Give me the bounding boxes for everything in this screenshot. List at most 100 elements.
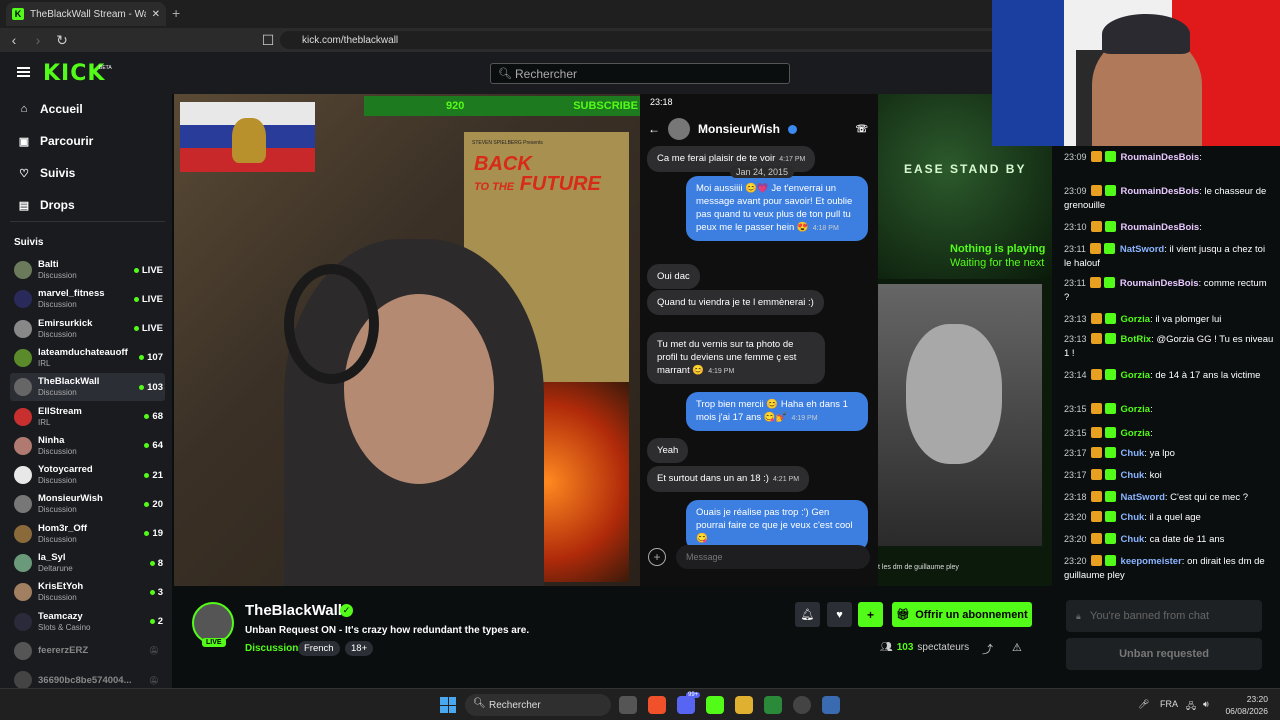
sidebar-channel[interactable]: MonsieurWish Discussion 20: [10, 490, 165, 518]
network-icon[interactable]: 🖧: [1186, 699, 1196, 715]
channel-name: KrisEtYoh: [38, 581, 84, 593]
share-icon[interactable]: ⤴: [982, 641, 993, 657]
badge-icon: [1090, 447, 1102, 458]
sidebar-channel[interactable]: lateamduchateauoff IRL 107: [10, 344, 165, 372]
chat-username[interactable]: NatSword: [1120, 244, 1164, 255]
poster-title: BACK TO THE FUTURE: [474, 154, 601, 197]
taskbar-search[interactable]: 🔍︎ Rechercher: [465, 694, 611, 716]
sidebar-channel[interactable]: KrisEtYoh Discussion 3: [10, 578, 165, 606]
channel-name: la_Syl: [38, 552, 66, 563]
microphone-icon[interactable]: 🎤︎: [1138, 699, 1149, 710]
chat-username[interactable]: NatSword: [1121, 492, 1165, 503]
app-icon[interactable]: [793, 696, 811, 714]
chat-username[interactable]: Chuk: [1121, 534, 1145, 545]
browser-tab[interactable]: K TheBlackWall Stream - Watch ✕: [6, 2, 166, 26]
chat-username[interactable]: RoumainDesBois: [1121, 152, 1200, 163]
unban-requested-button[interactable]: Unban requested: [1066, 638, 1262, 670]
sidebar-item-drops[interactable]: ▤ Drops: [18, 198, 75, 212]
app-icon[interactable]: [764, 696, 782, 714]
channel-category: Deltarune: [38, 564, 73, 573]
chat-username[interactable]: Chuk: [1121, 512, 1145, 523]
chat-username[interactable]: BotRix: [1121, 334, 1152, 345]
heart-button[interactable]: ♥: [827, 602, 852, 627]
tag-18plus[interactable]: 18+: [345, 641, 374, 656]
sidebar-item-parcourir[interactable]: ▣ Parcourir: [18, 134, 94, 148]
chat-username[interactable]: keepomeister: [1121, 556, 1182, 567]
chat-username[interactable]: Chuk: [1121, 470, 1145, 481]
badge-icon: [1090, 221, 1102, 232]
new-tab-button[interactable]: +: [172, 5, 180, 21]
chat-username[interactable]: RoumainDesBois: [1121, 186, 1200, 197]
streamer-avatar[interactable]: LIVE: [192, 602, 234, 647]
sidebar-channel[interactable]: marvel_fitness Discussion LIVE: [10, 285, 165, 313]
kick-logo[interactable]: KICK: [43, 61, 105, 86]
stream-title: Unban Request ON - It's crazy how redund…: [245, 625, 530, 636]
message-bubble: Quand tu viendra je te l emmènerai :): [647, 290, 824, 315]
sidebar-item-accueil[interactable]: ⌂ Accueil: [18, 102, 83, 116]
chat-username[interactable]: Gorzia: [1121, 370, 1151, 381]
channel-text: Teamcazy Slots & Casino: [38, 611, 150, 633]
bookmark-icon[interactable]: ☐: [258, 32, 278, 49]
sidebar-channel[interactable]: Yotoycarred Discussion 21: [10, 461, 165, 489]
beta-badge: BETA: [99, 65, 112, 71]
streamer-name[interactable]: TheBlackWall: [245, 602, 342, 619]
chat-username[interactable]: Gorzia: [1121, 314, 1151, 325]
bell-icon[interactable]: 🔔︎: [795, 602, 820, 627]
live-indicator: LIVE: [133, 323, 165, 334]
back-icon[interactable]: ‹: [4, 32, 24, 48]
chat-message: 23:20 Chuk: ca date de 11 ans: [1064, 532, 1274, 547]
language-indicator[interactable]: FRA: [1160, 699, 1178, 709]
channel-category: Slots & Casino: [38, 622, 91, 632]
sidebar-channel[interactable]: Hom3r_Off Discussion 19: [10, 520, 165, 548]
viewer-count: 3: [157, 586, 163, 598]
message-bubble: Oui dac: [647, 264, 700, 289]
close-tab-icon[interactable]: ✕: [152, 9, 160, 20]
settings-icon[interactable]: [822, 696, 840, 714]
sidebar-channel[interactable]: TheBlackWall Discussion 103: [10, 373, 165, 402]
video-player[interactable]: STEVEN SPIELBERG Presents BACK TO THE FUT…: [174, 94, 1052, 586]
tag-french[interactable]: French: [298, 641, 340, 656]
volume-icon[interactable]: 🔊︎: [1203, 699, 1209, 710]
chat-input[interactable]: 🔒︎ You're banned from chat: [1066, 600, 1262, 632]
report-icon[interactable]: ⚠: [1012, 641, 1022, 654]
viewers-label: spectateurs: [917, 642, 970, 653]
app-icon[interactable]: [735, 696, 753, 714]
chat-timestamp: 23:17: [1064, 470, 1087, 480]
forward-icon[interactable]: ›: [28, 32, 48, 48]
sidebar-channel[interactable]: EllStream IRL 68: [10, 403, 165, 431]
live-dot: [133, 267, 139, 273]
sidebar-channel[interactable]: Emirsurkick Discussion LIVE: [10, 315, 165, 343]
file-explorer-icon[interactable]: [619, 696, 637, 714]
sidebar-item-suivis[interactable]: ♡ Suivis: [18, 166, 75, 180]
url-field[interactable]: kick.com/theblackwall: [280, 31, 1000, 49]
brave-icon[interactable]: [648, 696, 666, 714]
sidebar-channel[interactable]: la_Syl Deltarune 8: [10, 549, 165, 577]
chat-text: ca date de 11 ans: [1149, 534, 1225, 545]
chat-username[interactable]: RoumainDesBois: [1121, 222, 1200, 233]
gift-icon[interactable]: +: [858, 602, 883, 627]
menu-icon[interactable]: [17, 67, 30, 77]
webcam-cap: [1102, 14, 1190, 54]
badge-icon: [1090, 427, 1102, 438]
system-clock[interactable]: 23:20 06/08/2026: [1224, 693, 1268, 717]
viewer-count: 21: [152, 469, 163, 481]
chat-message: 23:09 RoumainDesBois:: [1064, 150, 1274, 165]
sidebar-channel[interactable]: feererzERZ 🔕︎: [10, 637, 165, 665]
reload-icon[interactable]: ↻: [52, 32, 72, 49]
chat-username[interactable]: RoumainDesBois: [1120, 278, 1199, 289]
channel-category: Discussion: [38, 476, 77, 486]
windows-start-icon[interactable]: [440, 697, 456, 713]
discord-icon[interactable]: [677, 696, 695, 714]
stream-category[interactable]: Discussion: [245, 643, 298, 654]
chat-username[interactable]: Chuk: [1121, 448, 1145, 459]
sidebar-channel[interactable]: Teamcazy Slots & Casino 2: [10, 608, 165, 636]
kick-app-icon[interactable]: [706, 696, 724, 714]
chat-username[interactable]: Gorzia: [1121, 428, 1151, 439]
sidebar-channel[interactable]: Balti Discussion LIVE: [10, 256, 165, 284]
viewer-count: 2: [157, 616, 163, 628]
badge-icon: [1103, 277, 1115, 288]
search-input[interactable]: 🔍︎ Rechercher: [490, 63, 790, 84]
sidebar-channel[interactable]: Ninha Discussion 64: [10, 432, 165, 460]
chat-username[interactable]: Gorzia: [1121, 404, 1151, 415]
gift-subscription-button[interactable]: 🎁︎ Offrir un abonnement: [892, 602, 1032, 627]
